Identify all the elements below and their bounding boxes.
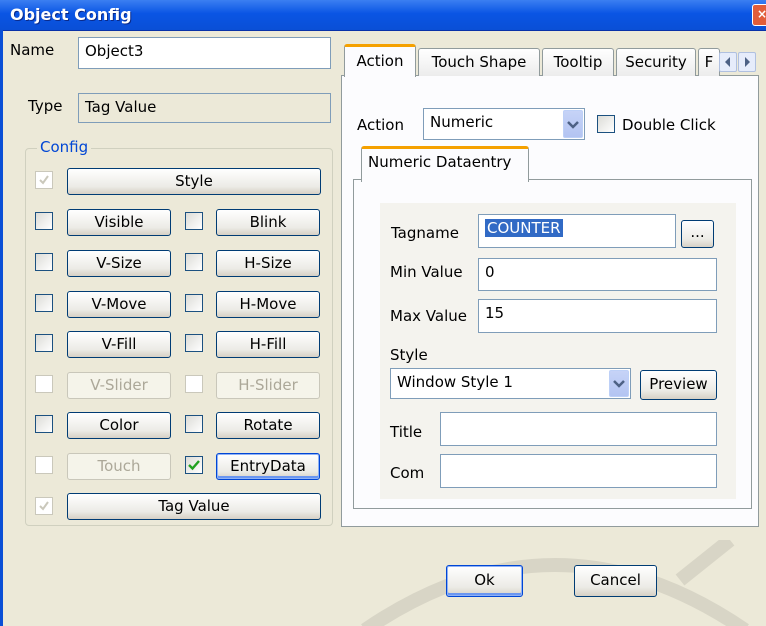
h-slider-checkbox: [185, 375, 203, 393]
title-label: Title: [390, 423, 423, 441]
tag-value-button[interactable]: Tag Value: [67, 493, 321, 520]
object-config-dialog: Object Config × Name Object3 Type Tag Va…: [0, 0, 766, 626]
touch-button: Touch: [67, 453, 171, 480]
name-label: Name: [10, 41, 55, 59]
chevron-down-icon[interactable]: [563, 110, 583, 138]
type-field: Tag Value: [78, 93, 331, 123]
window-style-value: Window Style 1: [397, 373, 513, 391]
window-title: Object Config: [10, 5, 132, 24]
tagname-field[interactable]: COUNTER: [478, 214, 676, 248]
tab-scroll-arrows: [719, 52, 757, 72]
com-field[interactable]: [440, 454, 717, 488]
style-label: Style: [390, 346, 428, 364]
entrydata-checkbox[interactable]: [185, 456, 203, 474]
preview-button[interactable]: Preview: [640, 370, 717, 400]
v-fill-checkbox[interactable]: [35, 334, 53, 352]
touch-checkbox: [35, 456, 53, 474]
min-value-label: Min Value: [390, 263, 463, 281]
visible-checkbox[interactable]: [35, 212, 53, 230]
h-move-checkbox[interactable]: [185, 294, 203, 312]
tab-touch-shape[interactable]: Touch Shape: [418, 48, 540, 76]
v-move-button[interactable]: V-Move: [67, 291, 171, 318]
tagname-value: COUNTER: [485, 219, 563, 237]
action-select[interactable]: Numeric: [423, 108, 585, 140]
action-select-value: Numeric: [430, 113, 494, 131]
title-bar[interactable]: Object Config ×: [0, 0, 766, 31]
entrydata-button[interactable]: EntryData: [216, 453, 320, 480]
config-group-label: Config: [37, 138, 92, 156]
h-fill-checkbox[interactable]: [185, 334, 203, 352]
window-border: [0, 30, 3, 626]
h-slider-button: H-Slider: [216, 372, 320, 399]
v-slider-checkbox: [35, 375, 53, 393]
tab-scroll-right-icon[interactable]: [738, 52, 756, 72]
action-label: Action: [357, 116, 404, 134]
tag-value-checkbox: [35, 497, 53, 515]
h-fill-button[interactable]: H-Fill: [216, 331, 320, 358]
ok-button[interactable]: Ok: [446, 565, 523, 597]
max-value-label: Max Value: [390, 307, 467, 325]
color-button[interactable]: Color: [67, 412, 171, 439]
type-label: Type: [28, 97, 63, 115]
v-size-button[interactable]: V-Size: [67, 250, 171, 277]
min-value-field[interactable]: 0: [478, 258, 717, 291]
double-click-checkbox[interactable]: [597, 115, 615, 133]
browse-tag-button[interactable]: ...: [681, 220, 714, 248]
blink-checkbox[interactable]: [185, 212, 203, 230]
window-style-select[interactable]: Window Style 1: [390, 368, 631, 399]
tab-scroll-left-icon[interactable]: [719, 52, 737, 72]
v-size-checkbox[interactable]: [35, 253, 53, 271]
style-checkbox: [35, 171, 53, 189]
h-move-button[interactable]: H-Move: [216, 291, 320, 318]
h-size-button[interactable]: H-Size: [216, 250, 320, 277]
rotate-button[interactable]: Rotate: [216, 412, 320, 439]
double-click-label: Double Click: [622, 116, 716, 134]
tab-tooltip[interactable]: Tooltip: [542, 48, 614, 76]
checkmark-icon: [188, 460, 200, 471]
tab-action[interactable]: Action: [344, 44, 416, 77]
h-size-checkbox[interactable]: [185, 253, 203, 271]
v-fill-button[interactable]: V-Fill: [67, 331, 171, 358]
tab-partial[interactable]: F: [698, 48, 720, 76]
v-slider-button: V-Slider: [67, 372, 171, 399]
tab-numeric-dataentry[interactable]: Numeric Dataentry: [361, 146, 529, 182]
rotate-checkbox[interactable]: [185, 415, 203, 433]
visible-button[interactable]: Visible: [67, 209, 171, 236]
tagname-label: Tagname: [391, 224, 459, 242]
color-checkbox[interactable]: [35, 415, 53, 433]
v-move-checkbox[interactable]: [35, 294, 53, 312]
cancel-button[interactable]: Cancel: [574, 565, 657, 597]
title-field[interactable]: [440, 412, 717, 446]
max-value-field[interactable]: 15: [478, 299, 717, 333]
blink-button[interactable]: Blink: [216, 209, 320, 236]
watermark-logo: [361, 540, 749, 626]
name-field[interactable]: Object3: [78, 37, 331, 69]
chevron-down-icon[interactable]: [609, 370, 629, 397]
tab-security[interactable]: Security: [616, 48, 696, 76]
com-label: Com: [390, 464, 425, 482]
close-icon[interactable]: ×: [752, 4, 766, 26]
style-button[interactable]: Style: [67, 168, 321, 195]
